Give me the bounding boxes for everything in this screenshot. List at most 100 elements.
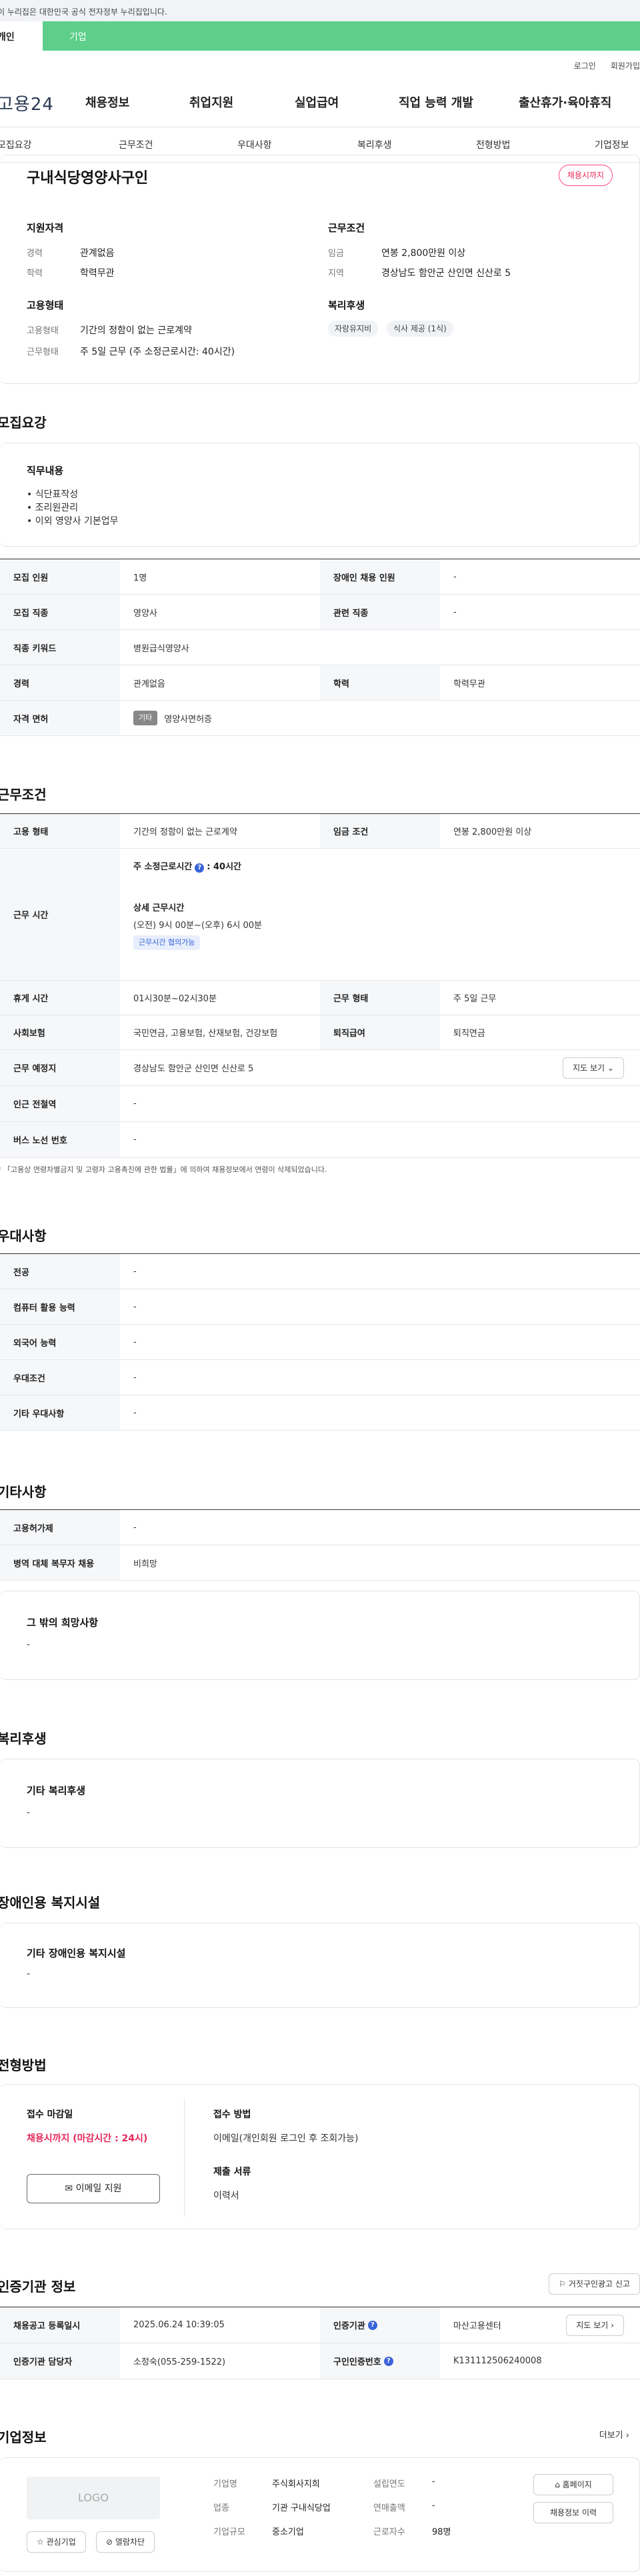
table-row: 고용허가제 - <box>0 1510 640 1545</box>
job-title: 구내식당영양사구인 <box>27 170 149 187</box>
divider <box>184 2098 185 2217</box>
favorite-company-button[interactable]: ☆ 관심기업 <box>27 2531 86 2553</box>
gnb-item-jobs[interactable]: 채용정보 <box>85 93 129 111</box>
cond-wage-key: 임금 <box>328 249 344 259</box>
star-icon: ☆ <box>37 2537 44 2547</box>
tab-company[interactable]: 기업 <box>69 30 87 43</box>
row-value: - <box>453 571 457 582</box>
chevron-right-icon: › <box>625 2431 629 2441</box>
chevron-right-icon: › <box>611 2321 614 2330</box>
duties-item: • 이외 영양사 기본업무 <box>27 516 119 527</box>
gnb-item-leave[interactable]: 출산휴가·육아휴직 <box>519 93 611 111</box>
table-row: 경력 관계없음 학력 학력무관 <box>0 665 640 701</box>
email-apply-button[interactable]: ✉ 이메일 지원 <box>27 2174 160 2203</box>
work-table: 고용 형태 기간의 정함이 없는 근로계약 임금 조건 연봉 2,800만원 이… <box>0 813 640 1160</box>
row-value: - <box>133 1522 137 1533</box>
row-value: - <box>453 607 457 617</box>
row-key: 자격 면허 <box>0 701 120 735</box>
gnb-item-training[interactable]: 직업 능력 개발 <box>399 93 473 111</box>
detail-hours-value: (오전) 9시 00분~(오후) 6시 00분 <box>133 921 263 931</box>
hours-negotiable-chip: 근무시간 협의가능 <box>133 935 201 950</box>
map-button[interactable]: 지도 보기 ⌄ <box>563 1057 624 1079</box>
table-row: 병역 대체 복무자 채용 비희망 <box>0 1545 640 1581</box>
table-row: 기타 우대사항 - <box>0 1395 640 1431</box>
row-value: 경상남도 함안군 산인면 신산로 5 <box>133 1064 254 1074</box>
disabled-box-value: - <box>27 1969 31 1979</box>
other-wishes-heading: 그 밖의 희망사항 <box>27 1617 99 1629</box>
row-value: 병원급식영양사 <box>133 643 189 654</box>
emp-form-value: 주 5일 근무 (주 소정근로시간: 40시간) <box>80 347 235 357</box>
work-section-title: 근무조건 <box>0 787 47 803</box>
block-label: 열람차단 <box>115 2537 145 2547</box>
subnav-company[interactable]: 기업정보 <box>595 138 629 151</box>
disabled-section-title: 장애인용 복지시설 <box>0 1895 101 1911</box>
license-value: 영양사면허증 <box>164 714 213 725</box>
subnav-conditions[interactable]: 근무조건 <box>119 138 153 151</box>
subnav-preferences[interactable]: 우대사항 <box>237 138 272 151</box>
pref-section-title: 우대사항 <box>0 1228 47 1244</box>
table-row: 고용 형태 기간의 정함이 없는 근로계약 임금 조건 연봉 2,800만원 이… <box>0 814 640 849</box>
subnav-recruit[interactable]: 모집요강 <box>0 138 32 151</box>
company-box: LOGO ☆ 관심기업 ⊘ 열람차단 기업명 주식회사지희 업종 기관 구내식당… <box>0 2457 640 2572</box>
table-row: 버스 노선 번호 - <box>0 1122 640 1158</box>
row-key: 휴게 시간 <box>0 981 120 1015</box>
main-nav: 채용정보 취업지원 실업급여 직업 능력 개발 출산휴가·육아휴직 <box>0 93 640 113</box>
row-value: 01시30분~02시30분 <box>133 994 217 1004</box>
row-key: 기타 우대사항 <box>0 1395 120 1430</box>
info-icon[interactable]: ? <box>195 863 205 873</box>
status-badge: 채용시까지 <box>558 165 613 186</box>
row-key: 고용허가제 <box>0 1510 120 1545</box>
pref-table: 전공 - 컴퓨터 활용 능력 - 외국어 능력 - 우대조건 - 기타 우대사항 - <box>0 1253 640 1431</box>
row-value: - <box>133 1266 137 1277</box>
homepage-button[interactable]: ⌂ 홈페이지 <box>533 2474 613 2495</box>
gnb-item-support[interactable]: 취업지원 <box>189 93 233 111</box>
row-key: 장애인 채용 인원 <box>320 559 440 594</box>
company-name-key: 기업명 <box>213 2479 237 2489</box>
home-icon: ⌂ <box>555 2480 560 2489</box>
duties-item: • 식단표작성 <box>27 489 79 500</box>
subnav-process[interactable]: 전형방법 <box>476 138 511 151</box>
duties-item: • 조리원관리 <box>27 503 79 513</box>
row-value: 퇴직연금 <box>453 1029 485 1039</box>
table-row: 전공 - <box>0 1254 640 1289</box>
license-chip: 기타 <box>133 711 158 725</box>
welfare-heading: 복리후생 <box>328 299 365 311</box>
row-value: K131112506240008 <box>453 2356 542 2366</box>
row-key: 인증기관 담당자 <box>0 2343 120 2379</box>
welfare-tag: 식사 제공 (1식) <box>387 321 453 337</box>
other-wishes-value: - <box>27 1639 31 1650</box>
job-history-button[interactable]: 채용정보 이력 <box>533 2502 613 2523</box>
row-key: 근무 예정지 <box>0 1050 120 1085</box>
qual-career-key: 경력 <box>27 249 43 259</box>
email-apply-label: 이메일 지원 <box>75 2183 122 2194</box>
agency-map-label: 지도 보기 <box>576 2321 609 2330</box>
row-value: 마산고용센터 <box>453 2321 501 2331</box>
welfare-box: 기타 복리후생 - <box>0 1759 640 1848</box>
company-more-link[interactable]: 더보기 › <box>599 2428 629 2441</box>
row-key: 우대조건 <box>0 1360 120 1395</box>
row-value: - <box>133 1099 137 1109</box>
login-link[interactable]: 로그인 <box>574 61 596 71</box>
row-value: - <box>133 1407 137 1418</box>
gnb-item-unemployment[interactable]: 실업급여 <box>295 93 339 111</box>
join-link[interactable]: 회원가입 <box>611 61 640 71</box>
row-value: 기타 영양사면허증 <box>120 701 640 735</box>
row-key: 모집 직종 <box>0 595 120 629</box>
report-fake-ad-button[interactable]: ⚐ 거짓구인광고 신고 <box>549 2273 640 2295</box>
row-key: 임금 조건 <box>320 814 440 848</box>
table-row: 인근 전철역 - <box>0 1086 640 1122</box>
row-key: 고용 형태 <box>0 814 120 848</box>
info-icon[interactable]: ? <box>367 2320 377 2330</box>
process-box: 접수 마감일 채용시까지 (마감시간 : 24시) ✉ 이메일 지원 접수 방법… <box>0 2084 640 2229</box>
table-row: 근무 예정지 경상남도 함안군 산인면 신산로 5 지도 보기 ⌄ <box>0 1050 640 1086</box>
info-icon[interactable]: ? <box>383 2356 393 2366</box>
block-view-button[interactable]: ⊘ 열람차단 <box>96 2531 155 2553</box>
row-value: 소정숙(055-259-1522) <box>133 2357 226 2367</box>
cond-region-value: 경상남도 함안군 산인면 신산로 5 <box>381 268 511 279</box>
subnav-welfare[interactable]: 복리후생 <box>357 138 392 151</box>
emp-heading: 고용형태 <box>27 299 64 311</box>
detail-hours-heading: 상세 근무시간 <box>133 903 185 913</box>
agency-map-button[interactable]: 지도 보기 › <box>566 2315 624 2336</box>
tab-personal[interactable]: 개인 <box>0 21 43 51</box>
report-label: 거짓구인광고 신고 <box>568 2279 630 2289</box>
